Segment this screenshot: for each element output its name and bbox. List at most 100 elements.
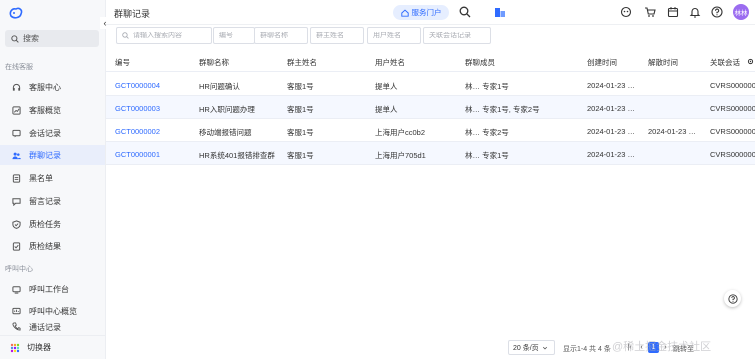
- sidebar-item-label: 呼叫中心概览: [29, 306, 77, 316]
- owner-filter-field[interactable]: [310, 27, 364, 44]
- column-header[interactable]: 群聊名称: [199, 57, 229, 68]
- group-id-link[interactable]: GCT0000001: [115, 150, 160, 159]
- sidebar-search[interactable]: 搜索: [5, 30, 99, 47]
- column-header[interactable]: 群聊成员: [465, 57, 495, 68]
- result-icon: [12, 241, 21, 251]
- app-switcher[interactable]: 切换器: [0, 335, 105, 359]
- group-id-link[interactable]: GCT0000004: [115, 81, 160, 90]
- sidebar-item-call-overview[interactable]: 呼叫中心概览: [0, 301, 105, 321]
- dissolved-time: 2024-01-23 …: [648, 127, 696, 136]
- group-name: 移动端报错问题: [199, 128, 252, 137]
- column-header[interactable]: 用户姓名: [375, 57, 405, 68]
- calendar-icon[interactable]: [667, 6, 679, 18]
- group-id-link[interactable]: GCT0000002: [115, 127, 160, 136]
- phone-icon: [12, 322, 21, 331]
- help-icon: [727, 293, 738, 304]
- group-members: 林… 专家1号: [465, 151, 509, 160]
- user-name: 提单人: [375, 82, 398, 91]
- robot-icon[interactable]: [620, 6, 632, 18]
- user-name: 提单人: [375, 105, 398, 114]
- user-name: 上海用户705d1: [375, 151, 426, 160]
- keyword-search-field[interactable]: [116, 27, 212, 44]
- sidebar-item-message-records[interactable]: 留言记录: [0, 191, 105, 211]
- column-header[interactable]: 编号: [115, 57, 130, 68]
- id-filter-input[interactable]: [219, 32, 254, 39]
- sidebar-item-qa-results[interactable]: 质检结果: [0, 236, 105, 256]
- column-settings-gear-icon[interactable]: [747, 58, 754, 65]
- sidebar-item-label: 呼叫工作台: [29, 284, 69, 294]
- group-name-filter-field[interactable]: [254, 27, 308, 44]
- chevron-down-icon: [542, 346, 547, 349]
- pagination-summary: 显示1-4 共 4 条: [563, 346, 611, 353]
- group-name-filter-input[interactable]: [260, 32, 307, 39]
- chat-icon: [12, 129, 21, 137]
- cart-icon[interactable]: [644, 6, 656, 18]
- table-header: 编号 群聊名称 群主姓名 用户姓名 群聊成员 创建时间 解散时间 关联会话: [106, 50, 755, 72]
- group-name: HR问题确认: [199, 82, 240, 91]
- group-members: 林… 专家2号: [465, 128, 509, 137]
- sidebar-item-label: 留言记录: [29, 196, 61, 206]
- related-session: CVRS000000: [710, 127, 755, 136]
- chart-icon: [12, 105, 21, 115]
- sidebar-item-session-records[interactable]: 会话记录: [0, 123, 105, 143]
- user-filter-input[interactable]: [373, 32, 420, 39]
- app-root: 搜索 在线客服 客服中心 客服概览 会话记录 群聊记录 黑名单 留言记录 质检任…: [0, 0, 755, 359]
- sidebar-item-label: 质检结果: [29, 241, 61, 251]
- id-filter-field[interactable]: [213, 27, 255, 44]
- sidebar-item-group-records[interactable]: 群聊记录: [0, 145, 105, 165]
- page-size-value: 20 条/页: [513, 344, 539, 352]
- app-logo-icon[interactable]: [8, 6, 24, 20]
- created-time: 2024-01-23 …: [587, 150, 635, 159]
- sidebar-item-label: 会话记录: [29, 128, 61, 138]
- session-filter-field[interactable]: [423, 27, 491, 44]
- user-name: 上海用户cc0b2: [375, 128, 426, 137]
- table-row[interactable]: GCT0000003 HR入职问题办理 客服1号 提单人 林… 专家1号, 专家…: [106, 96, 755, 119]
- sidebar: 搜索 在线客服 客服中心 客服概览 会话记录 群聊记录 黑名单 留言记录 质检任…: [0, 0, 106, 359]
- column-header[interactable]: 创建时间: [587, 57, 617, 68]
- group-icon: [12, 152, 21, 159]
- keyword-search-input[interactable]: [133, 32, 211, 39]
- page-size-select[interactable]: 20 条/页: [508, 340, 555, 355]
- service-portal-button[interactable]: 服务门户: [393, 5, 449, 20]
- sidebar-item-service-center[interactable]: 客服中心: [0, 77, 105, 97]
- sidebar-item-label: 客服中心: [29, 82, 61, 92]
- sidebar-search-label: 搜索: [23, 34, 39, 43]
- sidebar-item-label: 质检任务: [29, 219, 61, 229]
- owner-name: 客服1号: [287, 151, 314, 160]
- sidebar-item-qa-tasks[interactable]: 质检任务: [0, 214, 105, 234]
- column-header[interactable]: 群主姓名: [287, 57, 317, 68]
- watermark: @稀土掘金技术社区: [612, 341, 712, 353]
- owner-name: 客服1号: [287, 82, 314, 91]
- floating-help-button[interactable]: [724, 290, 741, 307]
- column-header[interactable]: 解散时间: [648, 57, 678, 68]
- related-session: CVRS000000: [710, 150, 755, 159]
- created-time: 2024-01-23 …: [587, 81, 635, 90]
- owner-name: 客服1号: [287, 128, 314, 137]
- sidebar-item-label: 通话记录: [29, 323, 61, 332]
- building-icon[interactable]: [494, 6, 506, 18]
- table-row[interactable]: GCT0000001 HR系统401报错排查群 客服1号 上海用户705d1 林…: [106, 142, 755, 165]
- owner-filter-input[interactable]: [316, 32, 363, 39]
- headset-icon: [12, 83, 21, 91]
- table-row[interactable]: GCT0000002 移动端报错问题 客服1号 上海用户cc0b2 林… 专家2…: [106, 119, 755, 142]
- page-title: 群聊记录: [114, 9, 151, 19]
- home-icon: [400, 9, 409, 17]
- column-header[interactable]: 关联会话: [710, 57, 740, 68]
- sidebar-item-call-records[interactable]: 通话记录: [0, 322, 105, 334]
- group-name: HR入职问题办理: [199, 105, 255, 114]
- group-id-link[interactable]: GCT0000003: [115, 104, 160, 113]
- service-portal-label: 服务门户: [411, 8, 442, 17]
- help-icon[interactable]: [711, 6, 723, 18]
- owner-name: 客服1号: [287, 105, 314, 114]
- avatar[interactable]: 林林: [733, 4, 749, 20]
- session-filter-input[interactable]: [429, 32, 490, 39]
- sidebar-item-service-overview[interactable]: 客服概览: [0, 100, 105, 120]
- sidebar-item-blacklist[interactable]: 黑名单: [0, 168, 105, 188]
- section-online-service: 在线客服: [5, 64, 33, 71]
- table-row[interactable]: GCT0000004 HR问题确认 客服1号 提单人 林… 专家1号 2024-…: [106, 73, 755, 96]
- sidebar-item-call-workbench[interactable]: 呼叫工作台: [0, 279, 105, 299]
- user-filter-field[interactable]: [367, 27, 421, 44]
- sidebar-item-label: 黑名单: [29, 173, 53, 183]
- bell-icon[interactable]: [689, 6, 701, 18]
- search-icon[interactable]: [459, 6, 471, 18]
